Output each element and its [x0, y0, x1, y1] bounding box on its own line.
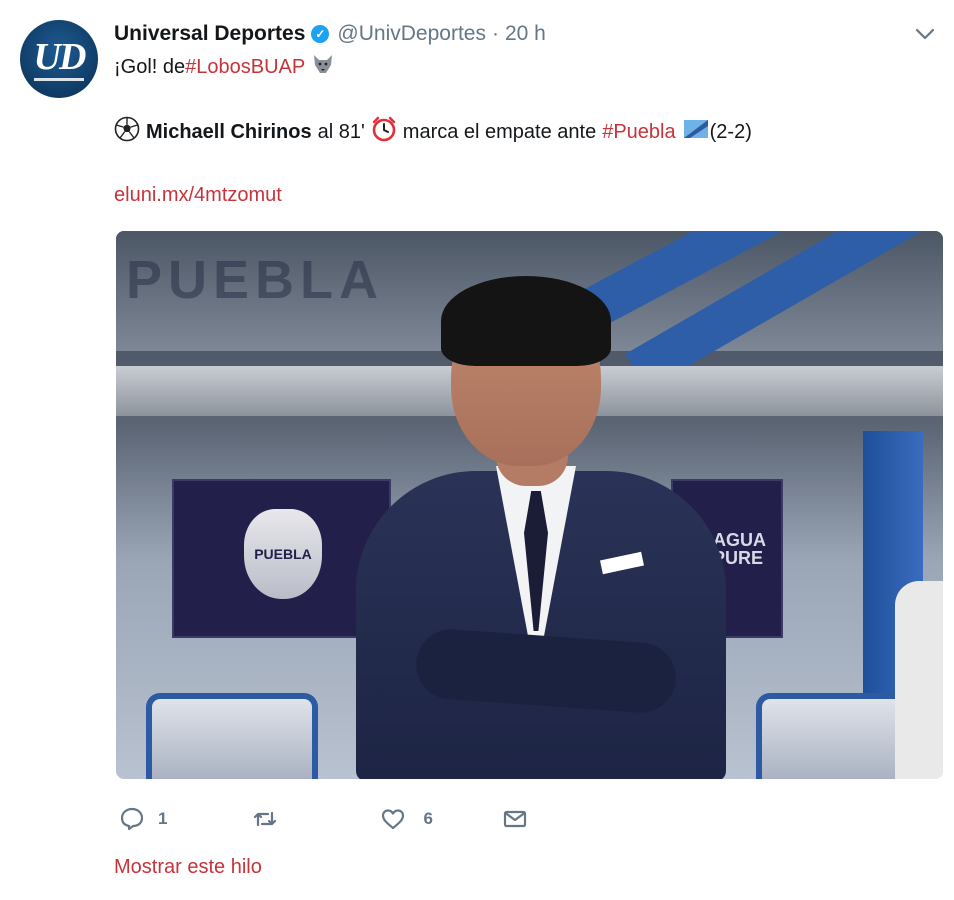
tweet-time[interactable]: 20 h: [505, 22, 546, 46]
bystander-figure: [895, 581, 943, 779]
stadium-seat: [146, 693, 318, 779]
like-count: 6: [423, 809, 433, 828]
avatar[interactable]: UD: [20, 20, 98, 98]
author-name[interactable]: Universal Deportes: [114, 22, 305, 46]
tweet-text-line-3: eluni.mx/4mtzomut: [114, 184, 282, 207]
envelope-icon: [503, 810, 527, 828]
club-crest: PUEBLA: [244, 509, 322, 599]
wolf-emoji-icon: [311, 52, 335, 82]
equalizer-text: marca el empate ante: [402, 120, 597, 143]
flag-emoji-icon: [682, 117, 710, 147]
player-name: Michaell Chirinos: [146, 120, 312, 143]
goal-text: ¡Gol! de: [114, 55, 186, 78]
reply-count: 1: [158, 809, 168, 828]
tweet-photo[interactable]: PUEBLA PUEBLA AGUA PURE: [116, 231, 943, 779]
score-text: (2-2): [709, 120, 752, 143]
hashtag-lobosbuap[interactable]: #LobosBUAP: [185, 56, 305, 79]
tweet: UD Universal Deportes ✓ @UnivDeportes · …: [0, 0, 954, 900]
tweet-text-line-1: ¡Gol! de #LobosBUAP: [114, 52, 341, 82]
reply-button[interactable]: 1: [118, 805, 167, 833]
hashtag-puebla[interactable]: #Puebla: [602, 121, 675, 144]
separator-dot: ·: [491, 22, 499, 45]
minute-text: al 81': [317, 120, 365, 143]
direct-message-button[interactable]: [501, 805, 529, 833]
reply-icon: [120, 807, 144, 831]
tweet-actions: 1 6: [118, 804, 529, 834]
article-link[interactable]: eluni.mx/4mtzomut: [114, 184, 282, 207]
avatar-logo-strip: [34, 77, 84, 81]
chevron-down-icon[interactable]: [914, 26, 936, 42]
retweet-button[interactable]: [251, 805, 279, 833]
alarm-clock-emoji-icon: [371, 116, 397, 148]
author-handle[interactable]: @UnivDeportes: [337, 22, 486, 46]
show-thread-link[interactable]: Mostrar este hilo: [114, 856, 262, 879]
tweet-text-line-2: Michaell Chirinos al 81' marca el empate…: [114, 116, 752, 148]
verified-badge-icon: ✓: [311, 25, 330, 43]
coach-figure: [356, 276, 726, 779]
retweet-icon: [254, 811, 277, 827]
heart-icon: [382, 809, 405, 830]
roof-text: PUEBLA: [126, 250, 385, 310]
hair: [441, 276, 611, 366]
avatar-logo-text: UD: [33, 35, 87, 78]
like-button[interactable]: 6: [379, 805, 433, 833]
tweet-header: Universal Deportes ✓ @UnivDeportes · 20 …: [114, 20, 546, 48]
soccer-ball-emoji-icon: [114, 116, 140, 148]
